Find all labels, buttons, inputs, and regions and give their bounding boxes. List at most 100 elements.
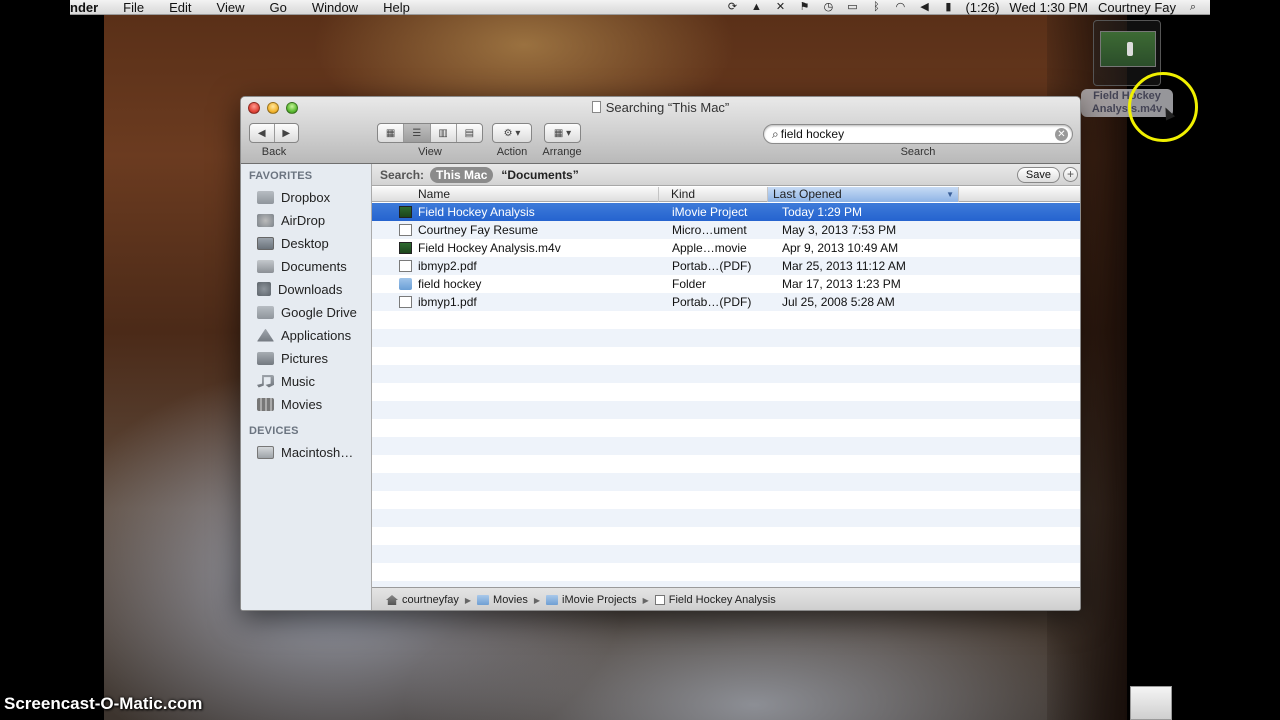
column-kind[interactable]: Kind [666, 187, 768, 202]
sidebar-item-pictures[interactable]: Pictures [257, 348, 328, 368]
window-title: Searching “This Mac” [605, 100, 730, 115]
coverflow-view-button[interactable]: ▤ [457, 124, 482, 142]
sidebar-item-dropbox[interactable]: Dropbox [257, 187, 330, 207]
sidebar-item-desktop[interactable]: Desktop [257, 233, 329, 253]
favorites-heading: FAVORITES [249, 170, 313, 182]
time-machine-icon[interactable]: ◷ [821, 1, 835, 13]
folder-icon [399, 278, 412, 290]
table-row[interactable]: Field Hockey Analysis iMovie Project Tod… [372, 203, 1080, 221]
table-row[interactable]: ibmyp2.pdf Portab…(PDF) Mar 25, 2013 11:… [372, 257, 1080, 275]
path-home[interactable]: courtneyfay [386, 594, 459, 606]
row-date: Jul 25, 2008 5:28 AM [782, 295, 895, 309]
menu-file[interactable]: File [111, 0, 157, 15]
drive-icon[interactable]: ▲ [749, 1, 763, 13]
view-label: View [418, 146, 442, 158]
sidebar-item-music[interactable]: Music [257, 371, 315, 391]
clear-search-icon[interactable]: ✕ [1055, 128, 1068, 141]
battery-time[interactable]: (1:26) [965, 0, 999, 15]
add-criteria-button[interactable]: + [1063, 167, 1078, 182]
forward-button[interactable]: ▶ [275, 124, 299, 142]
row-date: Mar 25, 2013 11:12 AM [782, 259, 906, 273]
column-view-button[interactable]: ▥ [431, 124, 457, 142]
search-input-value[interactable]: field hockey [781, 127, 844, 141]
sidebar-item-downloads[interactable]: Downloads [257, 279, 342, 299]
results-list: Field Hockey Analysis iMovie Project Tod… [372, 203, 1080, 587]
sidebar-item-label: Google Drive [281, 304, 357, 320]
table-row[interactable]: ibmyp1.pdf Portab…(PDF) Jul 25, 2008 5:2… [372, 293, 1080, 311]
sidebar-item-label: AirDrop [281, 212, 326, 228]
flag-icon[interactable]: ⚑ [797, 1, 811, 13]
menu-clock[interactable]: Wed 1:30 PM [1009, 0, 1088, 15]
search-document-icon [591, 101, 601, 113]
film-icon [257, 397, 274, 411]
display-icon[interactable]: ▭ [845, 1, 859, 13]
menu-go[interactable]: Go [257, 0, 299, 15]
sidebar-item-label: Applications [281, 327, 352, 343]
sidebar-item-macintosh-hd[interactable]: Macintosh… [257, 442, 353, 462]
search-field[interactable]: ⌕ field hockey ✕ [763, 124, 1073, 144]
column-last-opened[interactable]: Last Opened ▼ [768, 187, 959, 202]
sync-icon[interactable]: ⟳ [725, 1, 739, 13]
column-header: Name Kind Last Opened ▼ [372, 187, 1080, 202]
menu-edit[interactable]: Edit [157, 0, 204, 15]
sidebar-item-google-drive[interactable]: Google Drive [257, 302, 357, 322]
list-view-button[interactable]: ☰ [404, 124, 431, 142]
scope-this-mac[interactable]: This Mac [430, 166, 494, 183]
sidebar-item-movies[interactable]: Movies [257, 394, 322, 414]
sidebar-item-label: Movies [281, 396, 323, 412]
row-kind: Folder [672, 277, 707, 291]
menu-view[interactable]: View [205, 0, 258, 15]
back-button[interactable]: ◀ [250, 124, 275, 142]
row-date: Apr 9, 2013 10:49 AM [782, 241, 899, 255]
path-segment-label: iMovie Projects [562, 594, 637, 606]
gear-icon: ⚙ ▾ [503, 127, 521, 139]
action-menu-button[interactable]: ⚙ ▾ [492, 123, 532, 143]
spotlight-search-icon[interactable]: ⌕ [1186, 1, 1200, 13]
bluetooth-icon[interactable]: ᛒ [869, 1, 883, 13]
sidebar-item-documents[interactable]: Documents [257, 256, 347, 276]
document-icon [399, 224, 412, 236]
table-row[interactable]: Field Hockey Analysis.m4v Apple…movie Ap… [372, 239, 1080, 257]
menu-user[interactable]: Courtney Fay [1098, 0, 1176, 15]
camera-icon [257, 351, 274, 365]
menu-help[interactable]: Help [371, 0, 423, 15]
pdf-icon [399, 296, 412, 308]
dropbox-icon [257, 190, 274, 204]
sidebar-item-applications[interactable]: Applications [257, 325, 351, 345]
path-separator-icon: ▶ [642, 595, 649, 605]
scope-documents[interactable]: “Documents” [501, 168, 578, 182]
magnifier-icon: ⌕ [772, 126, 779, 141]
table-row[interactable]: field hockey Folder Mar 17, 2013 1:23 PM [372, 275, 1080, 293]
airdrop-icon [257, 213, 274, 227]
column-name[interactable]: Name [413, 187, 659, 202]
desktop-document-icon[interactable] [1130, 686, 1172, 720]
hard-drive-icon [257, 445, 274, 459]
menu-app-name[interactable]: nder [70, 0, 111, 15]
grid-arrange-icon: ▦ ▾ [553, 127, 572, 139]
icon-view-button[interactable]: ▦ [378, 124, 405, 142]
downloads-icon [257, 282, 271, 296]
path-separator-icon: ▶ [464, 595, 472, 605]
path-separator-icon: ▶ [533, 595, 541, 605]
sidebar-item-label: Pictures [281, 350, 328, 366]
close-box-icon[interactable]: ✕ [773, 1, 787, 13]
battery-icon[interactable]: ▮ [941, 1, 955, 13]
arrange-menu-button[interactable]: ▦ ▾ [544, 123, 581, 143]
path-segment-label: Movies [493, 594, 528, 606]
table-row[interactable]: Courtney Fay Resume Micro…ument May 3, 2… [372, 221, 1080, 239]
sidebar-item-label: Documents [281, 258, 347, 274]
sidebar-item-airdrop[interactable]: AirDrop [257, 210, 325, 230]
wifi-icon[interactable]: ◠ [893, 1, 907, 13]
save-search-button[interactable]: Save [1016, 167, 1060, 183]
volume-icon[interactable]: ◀ [917, 1, 931, 13]
path-movies[interactable]: Movies [477, 594, 528, 606]
path-imovie-projects[interactable]: iMovie Projects [546, 594, 637, 606]
search-results-pane: Search: This Mac “Documents” Save + Name… [372, 164, 1080, 587]
menu-window[interactable]: Window [300, 0, 371, 15]
recording-watermark: Screencast-O-Matic.com [4, 694, 203, 713]
sidebar-item-label: Downloads [278, 281, 343, 297]
path-field-hockey-analysis[interactable]: Field Hockey Analysis [654, 594, 776, 606]
row-kind: Micro…ument [672, 223, 747, 237]
sidebar-item-label: Dropbox [281, 189, 331, 205]
row-date: Today 1:29 PM [782, 205, 863, 219]
